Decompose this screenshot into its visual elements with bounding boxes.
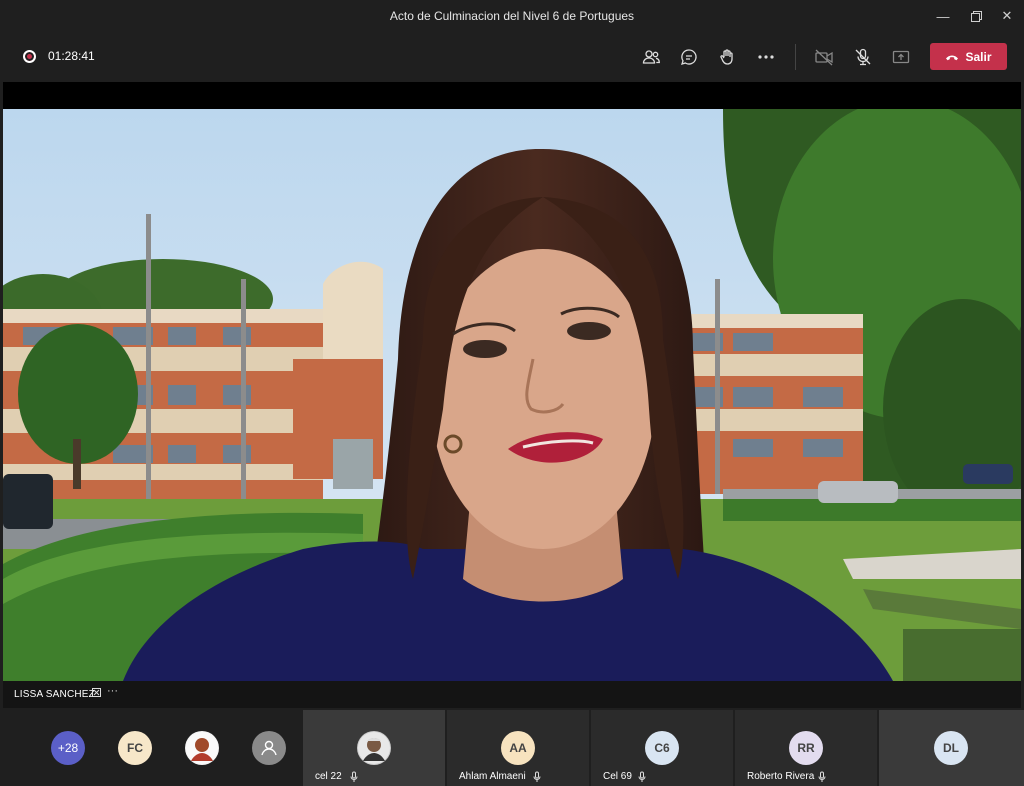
speaker-name: LISSA SANCHEZ <box>14 689 95 700</box>
participants-icon[interactable] <box>637 43 665 71</box>
call-timer: 01:28:41 <box>48 49 95 63</box>
participant-name: Roberto Rivera <box>747 771 815 782</box>
hangup-icon <box>946 55 959 60</box>
mic-icon <box>350 771 358 782</box>
pinned-icon[interactable] <box>91 687 102 701</box>
speaker-video <box>3 109 1021 681</box>
participant-avatar-fc[interactable]: FC <box>118 731 152 765</box>
chat-icon[interactable] <box>675 43 703 71</box>
participant-avatar-rr: RR <box>789 731 823 765</box>
participant-avatar-aa: AA <box>501 731 535 765</box>
restore-icon[interactable] <box>961 4 991 28</box>
participant-name: Ahlam Almaeni <box>459 771 526 782</box>
participant-name: Cel 69 <box>603 771 632 782</box>
participant-tile-dl[interactable]: DL <box>879 710 1024 786</box>
call-controls-bar: 01:28:41 Salir <box>0 32 1024 82</box>
camera-off-icon[interactable] <box>810 43 838 71</box>
generic-user-avatar[interactable] <box>252 731 286 765</box>
raise-hand-icon[interactable] <box>714 43 742 71</box>
mic-icon <box>818 771 826 782</box>
participant-avatar-c6: C6 <box>645 731 679 765</box>
recording-icon <box>23 50 36 63</box>
participant-tile-roberto[interactable]: RR Roberto Rivera <box>735 710 877 786</box>
close-window-icon[interactable]: ✕ <box>992 4 1022 28</box>
participant-photo-avatar[interactable] <box>185 731 219 765</box>
mic-off-icon[interactable] <box>849 43 877 71</box>
participant-photo-avatar <box>357 731 391 765</box>
title-bar: Acto de Culminacion del Nivel 6 de Portu… <box>0 0 1024 32</box>
participant-avatar-dl: DL <box>934 731 968 765</box>
leave-button-label: Salir <box>965 49 992 64</box>
participant-strip: +28 FC cel 22 AA Ahlam Almaeni C6 Cel 69… <box>0 710 1024 786</box>
leave-button[interactable]: Salir <box>930 43 1007 70</box>
mic-icon <box>533 771 541 782</box>
participant-tile-ahlam[interactable]: AA Ahlam Almaeni <box>447 710 589 786</box>
window-title: Acto de Culminacion del Nivel 6 de Portu… <box>389 9 635 23</box>
participant-name: cel 22 <box>315 771 342 782</box>
speaker-name-bar: LISSA SANCHEZ ··· <box>3 681 1021 708</box>
mic-icon <box>638 771 646 782</box>
participant-tile-cel69[interactable]: C6 Cel 69 <box>591 710 733 786</box>
share-screen-icon[interactable] <box>887 43 915 71</box>
main-video-stage: LISSA SANCHEZ ··· <box>3 82 1021 708</box>
participant-tile-cel22[interactable]: cel 22 <box>303 710 445 786</box>
more-options-icon[interactable] <box>752 43 780 71</box>
toolbar-divider <box>795 44 796 70</box>
overflow-participants-badge[interactable]: +28 <box>51 731 85 765</box>
minimize-icon[interactable]: — <box>928 4 958 28</box>
speaker-more-icon[interactable]: ··· <box>107 685 118 697</box>
